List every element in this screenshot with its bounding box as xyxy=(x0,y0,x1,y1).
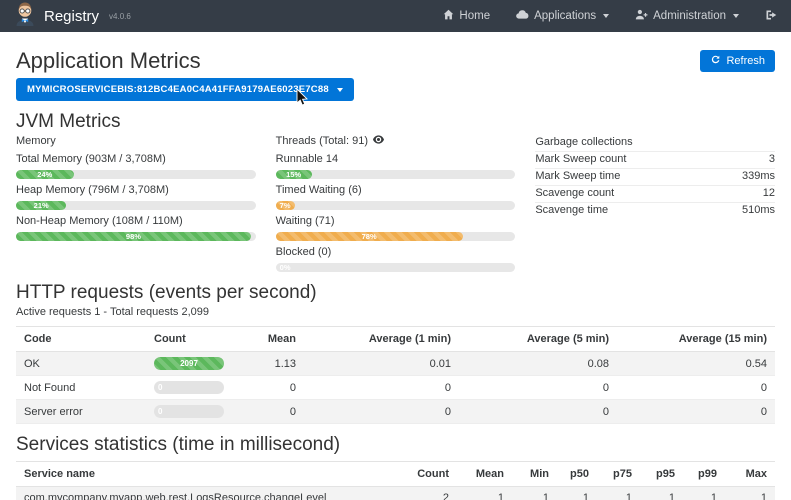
metric-item: Blocked (0) 0% xyxy=(276,246,516,272)
col-header-code: Code xyxy=(16,327,146,352)
heap-memory-progress: 21% xyxy=(16,201,256,210)
col-header-max: Max xyxy=(725,462,775,487)
app-title: Registry xyxy=(44,8,99,25)
metric-item: Runnable 14 15% xyxy=(276,153,516,179)
metric-label: Blocked (0) xyxy=(276,246,516,259)
threads-title: Threads (Total: 91) xyxy=(276,135,368,148)
nav-links: Home Applications Administration xyxy=(443,9,777,24)
metric-item: Timed Waiting (6) 7% xyxy=(276,184,516,210)
blocked-progress: 0% xyxy=(276,263,516,272)
refresh-button[interactable]: Refresh xyxy=(700,50,775,72)
brand[interactable]: Registry v4.0.6 xyxy=(14,1,131,31)
services-statistics-title: Services statistics (time in millisecond… xyxy=(16,435,775,455)
logout-button[interactable] xyxy=(765,9,777,24)
timed-waiting-progress: 7% xyxy=(276,201,516,210)
table-row: Server error 0 0 0 0 0 xyxy=(16,400,775,424)
eye-icon[interactable] xyxy=(373,135,384,148)
runnable-progress: 15% xyxy=(276,170,516,179)
col-header-avg15: Average (15 min) xyxy=(617,327,775,352)
col-header-avg1: Average (1 min) xyxy=(304,327,459,352)
total-memory-progress: 24% xyxy=(16,170,256,179)
col-header-p75: p75 xyxy=(597,462,640,487)
nav-item-label: Applications xyxy=(534,10,596,22)
col-header-avg5: Average (5 min) xyxy=(459,327,617,352)
count-progress: 0 xyxy=(154,381,224,394)
http-requests-subtitle: Active requests 1 - Total requests 2,099 xyxy=(16,306,775,318)
count-progress: 0 xyxy=(154,405,224,418)
chevron-down-icon xyxy=(337,88,343,92)
table-row: com.mycompany.myapp.web.rest.LogsResourc… xyxy=(16,487,775,500)
nav-item-administration[interactable]: Administration xyxy=(635,9,739,23)
cloud-icon xyxy=(516,9,529,23)
metric-item: Total Memory (903M / 3,708M) 24% xyxy=(16,153,256,179)
metric-item: Heap Memory (796M / 3,708M) 21% xyxy=(16,184,256,210)
app-version: v4.0.6 xyxy=(109,12,131,21)
memory-column: Memory Total Memory (903M / 3,708M) 24% … xyxy=(16,135,256,272)
count-progress: 2097 xyxy=(154,357,224,370)
table-row: Not Found 0 0 0 0 0 xyxy=(16,376,775,400)
jvm-metrics-title: JVM Metrics xyxy=(16,112,775,132)
metric-item: Waiting (71) 78% xyxy=(276,215,516,241)
memory-title: Memory xyxy=(16,135,256,148)
nav-item-label: Home xyxy=(459,10,490,22)
col-header-p50: p50 xyxy=(557,462,597,487)
refresh-icon xyxy=(710,54,721,68)
gc-row: Mark Sweep time 339ms xyxy=(535,169,775,186)
gc-row: Mark Sweep count 3 xyxy=(535,152,775,169)
nav-item-label: Administration xyxy=(653,10,726,22)
jvm-metrics-columns: Memory Total Memory (903M / 3,708M) 24% … xyxy=(16,135,775,272)
refresh-label: Refresh xyxy=(726,55,765,67)
nav-item-applications[interactable]: Applications xyxy=(516,9,609,23)
table-row: OK 2097 1.13 0.01 0.08 0.54 xyxy=(16,352,775,376)
col-header-min: Min xyxy=(512,462,557,487)
metric-label: Timed Waiting (6) xyxy=(276,184,516,197)
gc-value: 12 xyxy=(763,187,775,200)
gc-value: 3 xyxy=(769,153,775,166)
garbage-collections-column: Garbage collections Mark Sweep count 3 M… xyxy=(535,135,775,272)
jhipster-avatar-logo xyxy=(14,1,36,31)
main-content: Application Metrics Refresh MYMICROSERVI… xyxy=(0,49,791,500)
col-header-count: Count xyxy=(146,327,232,352)
http-requests-title: HTTP requests (events per second) xyxy=(16,283,775,303)
gc-value: 510ms xyxy=(742,204,775,217)
chevron-down-icon xyxy=(733,14,739,18)
gc-title: Garbage collections xyxy=(535,136,632,149)
metric-item: Non-Heap Memory (108M / 110M) 98% xyxy=(16,215,256,241)
chevron-down-icon xyxy=(603,14,609,18)
instance-selector-label: MYMICROSERVICEBIS:812BC4EA0C4A41FFA9179A… xyxy=(27,84,329,95)
user-plus-icon xyxy=(635,9,648,23)
col-header-count: Count xyxy=(405,462,457,487)
instance-selector-dropdown[interactable]: MYMICROSERVICEBIS:812BC4EA0C4A41FFA9179A… xyxy=(16,78,354,101)
http-table-header-row: Code Count Mean Average (1 min) Average … xyxy=(16,327,775,352)
metric-label: Non-Heap Memory (108M / 110M) xyxy=(16,215,256,228)
gc-row: Scavenge time 510ms xyxy=(535,203,775,219)
http-requests-table: Code Count Mean Average (1 min) Average … xyxy=(16,326,775,424)
metric-label: Total Memory (903M / 3,708M) xyxy=(16,153,256,166)
sign-out-icon xyxy=(765,9,777,24)
metric-label: Runnable 14 xyxy=(276,153,516,166)
services-statistics-table: Service name Count Mean Min p50 p75 p95 … xyxy=(16,461,775,500)
gc-row: Scavenge count 12 xyxy=(535,186,775,203)
navbar: Registry v4.0.6 Home Applications Admini… xyxy=(0,0,791,32)
services-table-header-row: Service name Count Mean Min p50 p75 p95 … xyxy=(16,462,775,487)
col-header-service-name: Service name xyxy=(16,462,405,487)
nav-item-home[interactable]: Home xyxy=(443,9,490,23)
metric-label: Heap Memory (796M / 3,708M) xyxy=(16,184,256,197)
page-title: Application Metrics xyxy=(16,49,201,73)
home-icon xyxy=(443,9,454,23)
threads-column: Threads (Total: 91) Runnable 14 15% Time… xyxy=(276,135,516,272)
col-header-mean: Mean xyxy=(457,462,512,487)
metric-label: Waiting (71) xyxy=(276,215,516,228)
col-header-p99: p99 xyxy=(683,462,725,487)
col-header-p95: p95 xyxy=(640,462,683,487)
col-header-mean: Mean xyxy=(232,327,304,352)
nonheap-memory-progress: 98% xyxy=(16,232,256,241)
waiting-progress: 78% xyxy=(276,232,516,241)
gc-value: 339ms xyxy=(742,170,775,183)
gc-title-row: Garbage collections xyxy=(535,135,775,152)
